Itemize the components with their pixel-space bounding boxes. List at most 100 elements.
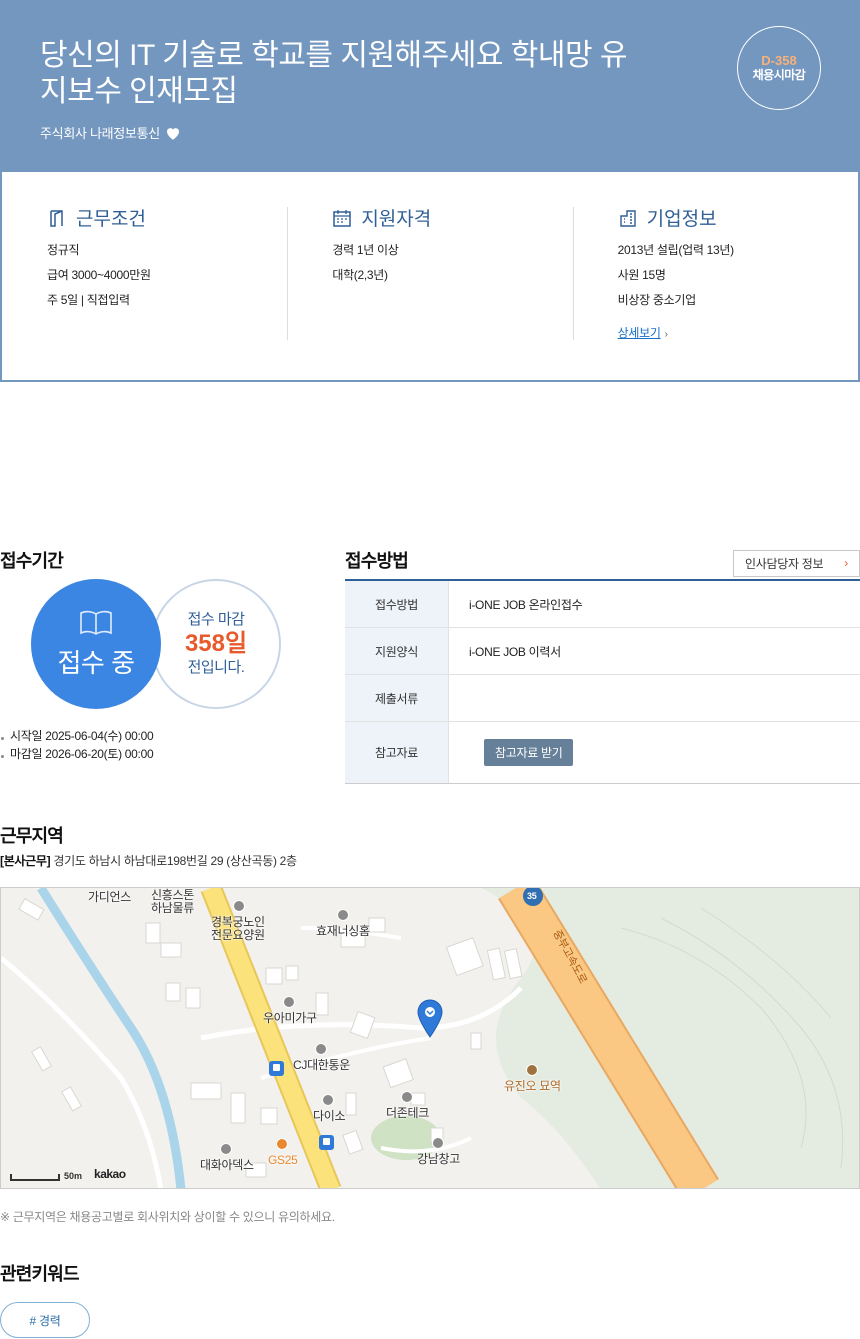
table-row: 참고자료 참고자료 받기 [345, 722, 860, 783]
calendar-icon [333, 209, 352, 227]
book-icon [80, 610, 112, 635]
map-place-label: 대화아덱스 [200, 1158, 254, 1172]
dday-label: 채용시마감 [752, 68, 806, 82]
method-table: 접수방법 i-ONE JOB 온라인접수 지원양식 i-ONE JOB 이력서 … [345, 579, 860, 784]
dday-count: D-358 [761, 53, 797, 68]
poi-marker [526, 1064, 538, 1076]
row-label: 제출서류 [345, 675, 449, 721]
map-place-label: 가디언스 [88, 890, 131, 904]
period-title: 접수기간 [0, 551, 64, 571]
map-scale: 50m kakao [10, 1167, 126, 1181]
map-place-label: 강남창고 [417, 1152, 460, 1166]
work-address: [본사근무] 경기도 하남시 하남대로198번길 29 (상산곡동) 2층 [0, 852, 297, 869]
company-detail-label[interactable]: 상세보기 [618, 324, 661, 341]
company-info: 기업정보 2013년 설립(업력 13년) 사원 15명 비상장 중소기업 상세… [572, 172, 858, 380]
work-conditions-title: 근무조건 [76, 209, 146, 230]
chevron-right-icon: › [664, 329, 668, 340]
summary-box: 근무조건 정규직 급여 3000~4000만원 주 5일 | 직접입력 지원자격… [0, 172, 860, 382]
poi-marker [401, 1091, 413, 1103]
location-tag: [본사근무] [0, 854, 51, 868]
map-place-label: 우아미가구 [263, 1011, 317, 1025]
row-value: i-ONE JOB 이력서 [469, 644, 561, 659]
start-date: 시작일 2025-06-04(수) 00:00 [0, 727, 154, 745]
heart-icon[interactable] [164, 124, 182, 142]
bus-stop-icon [269, 1061, 284, 1076]
location-title: 근무지역 [0, 826, 64, 846]
condition-item: 정규직 [47, 243, 80, 257]
bus-stop-icon [319, 1135, 334, 1150]
map-place-label: 전문요양원 [211, 928, 265, 942]
method-title: 접수방법 [345, 551, 409, 571]
days-left: 358일 [184, 630, 248, 657]
poi-marker [233, 900, 245, 912]
hr-contact-label: 인사담당자 정보 [745, 557, 824, 571]
poi-marker [220, 1143, 232, 1155]
door-icon [50, 209, 63, 227]
work-conditions: 근무조건 정규직 급여 3000~4000만원 주 5일 | 직접입력 [2, 172, 287, 380]
qualifications: 지원자격 경력 1년 이상 대학(2,3년) [287, 172, 572, 380]
map-place-label: GS25 [268, 1153, 298, 1167]
route-number: 35 [527, 891, 537, 901]
company-info-title: 기업정보 [646, 209, 717, 230]
map-place-label: 더존테크 [386, 1106, 429, 1120]
job-title: 당신의 IT 기술로 학교를 지원해주세요 학내망 유지보수 인재모집 [40, 39, 628, 108]
condition-item: 주 5일 | 직접입력 [47, 293, 130, 307]
qualifications-heading: 지원자격 [332, 204, 431, 231]
row-label: 접수방법 [345, 581, 449, 627]
table-row: 접수방법 i-ONE JOB 온라인접수 [345, 581, 860, 628]
row-label: 참고자료 [345, 722, 449, 783]
deadline-circle: 접수 마감 358일 전입니다. [151, 579, 281, 709]
row-value: i-ONE JOB 온라인접수 [469, 597, 583, 612]
poi-marker [276, 1138, 288, 1150]
location-map[interactable]: 가디언스 신흥스톤 하남물류 경복궁노인 전문요양원 효재너싱홈 우아미가구 C… [0, 887, 860, 1189]
company-detail-link[interactable]: 상세보기 › [618, 324, 668, 341]
scale-value: 50m [64, 1171, 83, 1181]
building-icon [619, 209, 636, 227]
qualifications-title: 지원자격 [361, 209, 432, 230]
map-brand: kakao [94, 1167, 126, 1181]
work-conditions-heading: 근무조건 [47, 204, 146, 231]
map-place-label: 효재너싱홈 [316, 924, 370, 938]
deadline-suffix: 전입니다. [187, 659, 245, 676]
row-value: 참고자료 받기 [449, 722, 860, 783]
table-row: 제출서류 [345, 675, 860, 722]
scale-bar [10, 1174, 60, 1181]
company-item: 사원 15명 [617, 268, 666, 282]
reference-download-button[interactable]: 참고자료 받기 [484, 739, 574, 766]
map-place-label: 다이소 [313, 1109, 346, 1123]
poi-marker [315, 1043, 327, 1055]
status-label: 접수 중 [57, 647, 135, 678]
company-info-heading: 기업정보 [618, 204, 717, 231]
end-date: 마감일 2026-06-20(토) 00:00 [0, 745, 154, 763]
deadline-text: 접수 마감 [187, 611, 245, 628]
keywords-title: 관련키워드 [0, 1264, 80, 1284]
company-name[interactable]: 주식회사 나래정보통신 [40, 123, 160, 142]
dday-badge: D-358 채용시마감 [737, 26, 821, 110]
row-label: 지원양식 [345, 628, 449, 674]
chevron-right-icon: › [844, 556, 848, 570]
row-value [449, 675, 860, 721]
company-row: 주식회사 나래정보통신 [40, 123, 182, 142]
location-note: ※ 근무지역은 채용공고별로 회사위치와 상이할 수 있으니 유의하세요. [0, 1210, 335, 1224]
address-text: 경기도 하남시 하남대로198번길 29 (상산곡동) 2층 [53, 854, 297, 868]
company-item: 비상장 중소기업 [617, 293, 697, 307]
table-row: 지원양식 i-ONE JOB 이력서 [345, 628, 860, 675]
poi-marker [337, 909, 349, 921]
poi-marker [322, 1094, 334, 1106]
condition-item: 급여 3000~4000만원 [47, 268, 151, 282]
poi-marker [283, 996, 295, 1008]
map-place-label: CJ대한통운 [293, 1058, 351, 1072]
location-pin-icon [417, 999, 443, 1038]
job-header: 당신의 IT 기술로 학교를 지원해주세요 학내망 유지보수 인재모집 주식회사… [0, 0, 860, 172]
keyword-tag[interactable]: # 경력 [0, 1302, 90, 1338]
map-base [1, 888, 859, 1188]
map-place-label: 하남물류 [151, 901, 194, 915]
map-place-label: 유진오 묘역 [504, 1079, 561, 1093]
status-circle: 접수 중 [31, 579, 161, 709]
qualification-item: 대학(2,3년) [332, 268, 388, 282]
company-item: 2013년 설립(업력 13년) [617, 243, 734, 257]
qualification-item: 경력 1년 이상 [332, 243, 399, 257]
poi-marker [432, 1137, 444, 1149]
period-dates: 시작일 2025-06-04(수) 00:00 마감일 2026-06-20(토… [0, 727, 154, 763]
hr-contact-button[interactable]: 인사담당자 정보 › [733, 550, 860, 577]
